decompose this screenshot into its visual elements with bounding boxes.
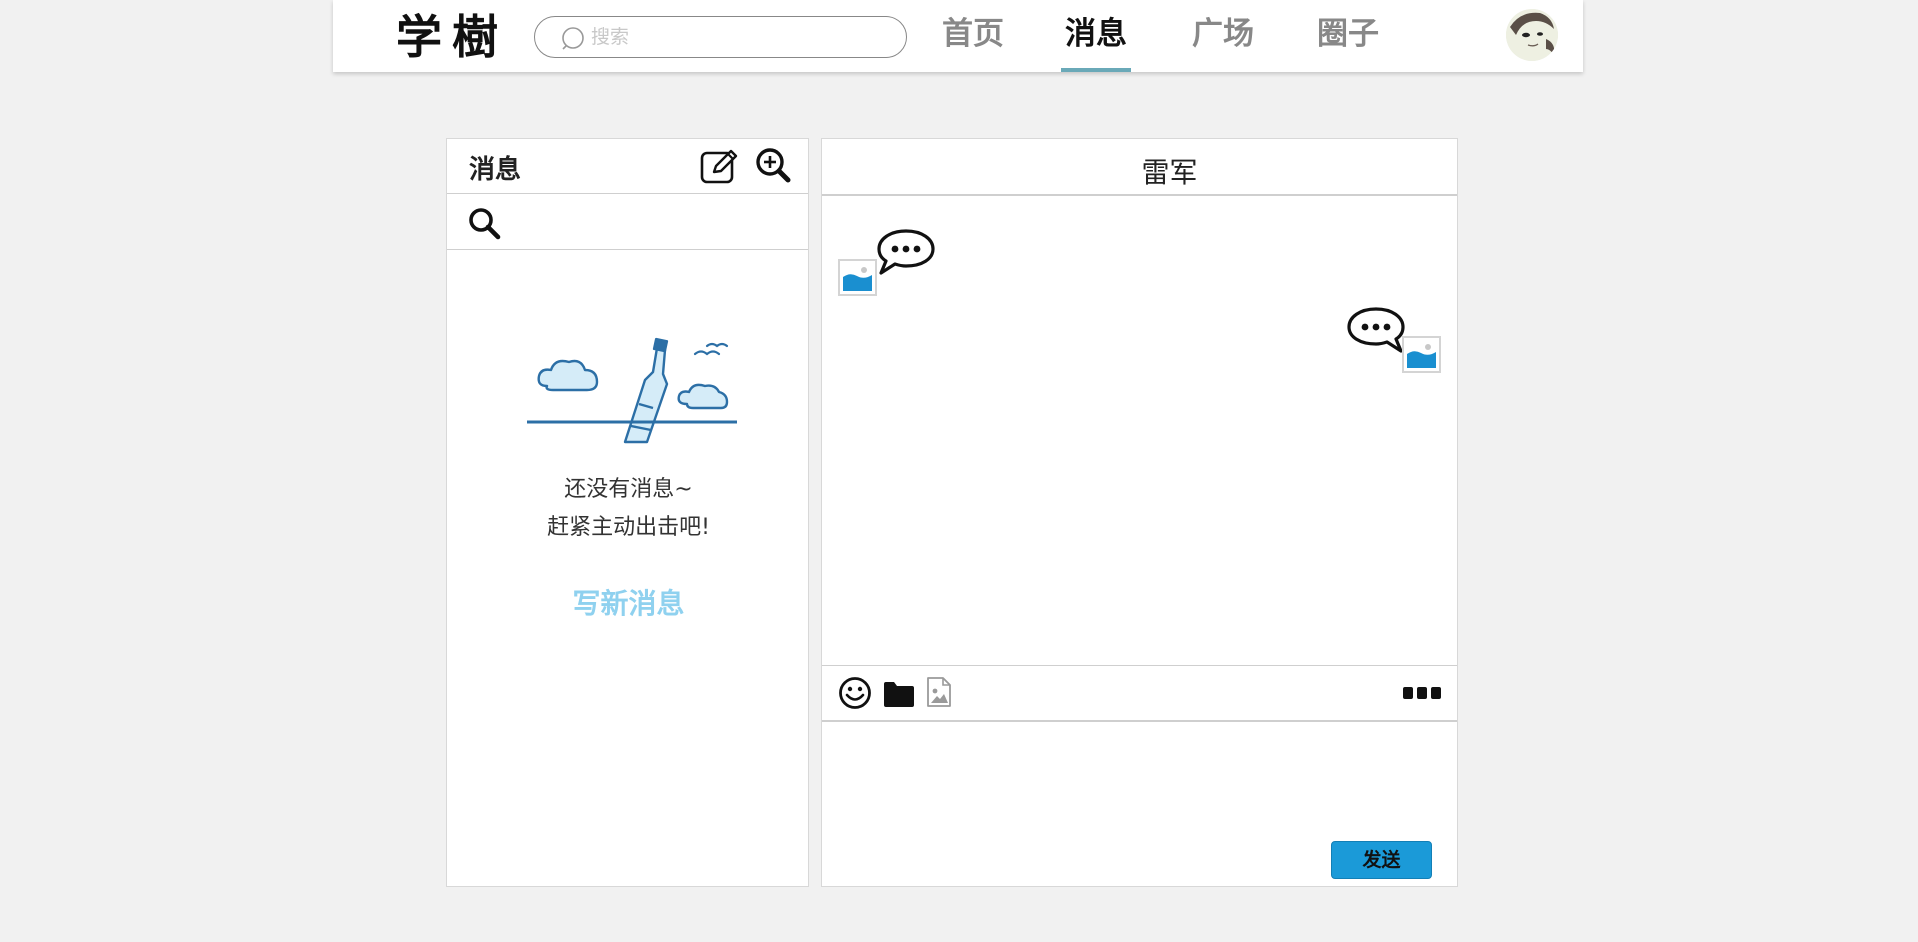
nav-circles[interactable]: 圈子 — [1313, 14, 1383, 72]
compose-edit-icon[interactable] — [700, 147, 740, 185]
nav-messages[interactable]: 消息 — [1061, 14, 1131, 72]
empty-state-line-1: 还没有消息~ — [564, 477, 693, 502]
contact-avatar-placeholder[interactable] — [838, 259, 877, 296]
chat-toolbar — [822, 665, 1457, 722]
compose-area: 发送 — [822, 722, 1457, 886]
logo-text: 学樹 — [396, 10, 508, 64]
chat-messages-area[interactable] — [822, 196, 1457, 665]
more-options-icon[interactable] — [1402, 686, 1442, 700]
nav-home[interactable]: 首页 — [938, 14, 1008, 72]
messages-search[interactable] — [447, 194, 808, 250]
message-input[interactable] — [836, 732, 1441, 837]
site-logo[interactable]: 学樹 — [388, 6, 518, 66]
image-placeholder-icon — [1407, 344, 1436, 368]
search-icon — [562, 27, 584, 50]
search-icon — [469, 208, 501, 240]
nav-plaza[interactable]: 广场 — [1188, 14, 1258, 72]
message-bottle-illustration — [527, 337, 737, 444]
self-avatar-placeholder[interactable] — [1402, 336, 1441, 373]
image-file-icon[interactable] — [926, 676, 952, 708]
outgoing-chat-bubble-icon[interactable] — [1346, 306, 1406, 354]
messages-panel-title: 消息 — [469, 155, 522, 185]
search-input[interactable] — [591, 23, 891, 51]
write-new-message-link[interactable]: 写新消息 — [447, 582, 810, 622]
top-header: 学樹 首页 消息 广场 圈子 — [333, 0, 1583, 72]
chat-panel: 雷军 发送 — [821, 138, 1458, 887]
zoom-in-icon[interactable] — [755, 147, 791, 185]
user-avatar[interactable] — [1506, 9, 1558, 61]
messages-panel-header: 消息 — [447, 139, 808, 194]
logo-calligraphy: 学樹 — [396, 10, 508, 64]
messages-panel: 消息 还没有消息~ 赶紧主动出击吧! 写新消息 — [446, 138, 809, 887]
avatar-image — [1506, 9, 1558, 61]
chat-contact-name: 雷军 — [1141, 156, 1198, 189]
image-placeholder-icon — [843, 267, 872, 291]
send-button[interactable]: 发送 — [1331, 841, 1432, 879]
incoming-chat-bubble-icon[interactable] — [876, 228, 936, 276]
global-search[interactable] — [534, 16, 907, 58]
emoji-icon[interactable] — [838, 676, 872, 710]
empty-state-line-2: 赶紧主动出击吧! — [547, 515, 710, 540]
messages-search-input[interactable] — [511, 206, 791, 238]
folder-icon[interactable] — [882, 679, 916, 709]
chat-header: 雷军 — [822, 139, 1457, 196]
